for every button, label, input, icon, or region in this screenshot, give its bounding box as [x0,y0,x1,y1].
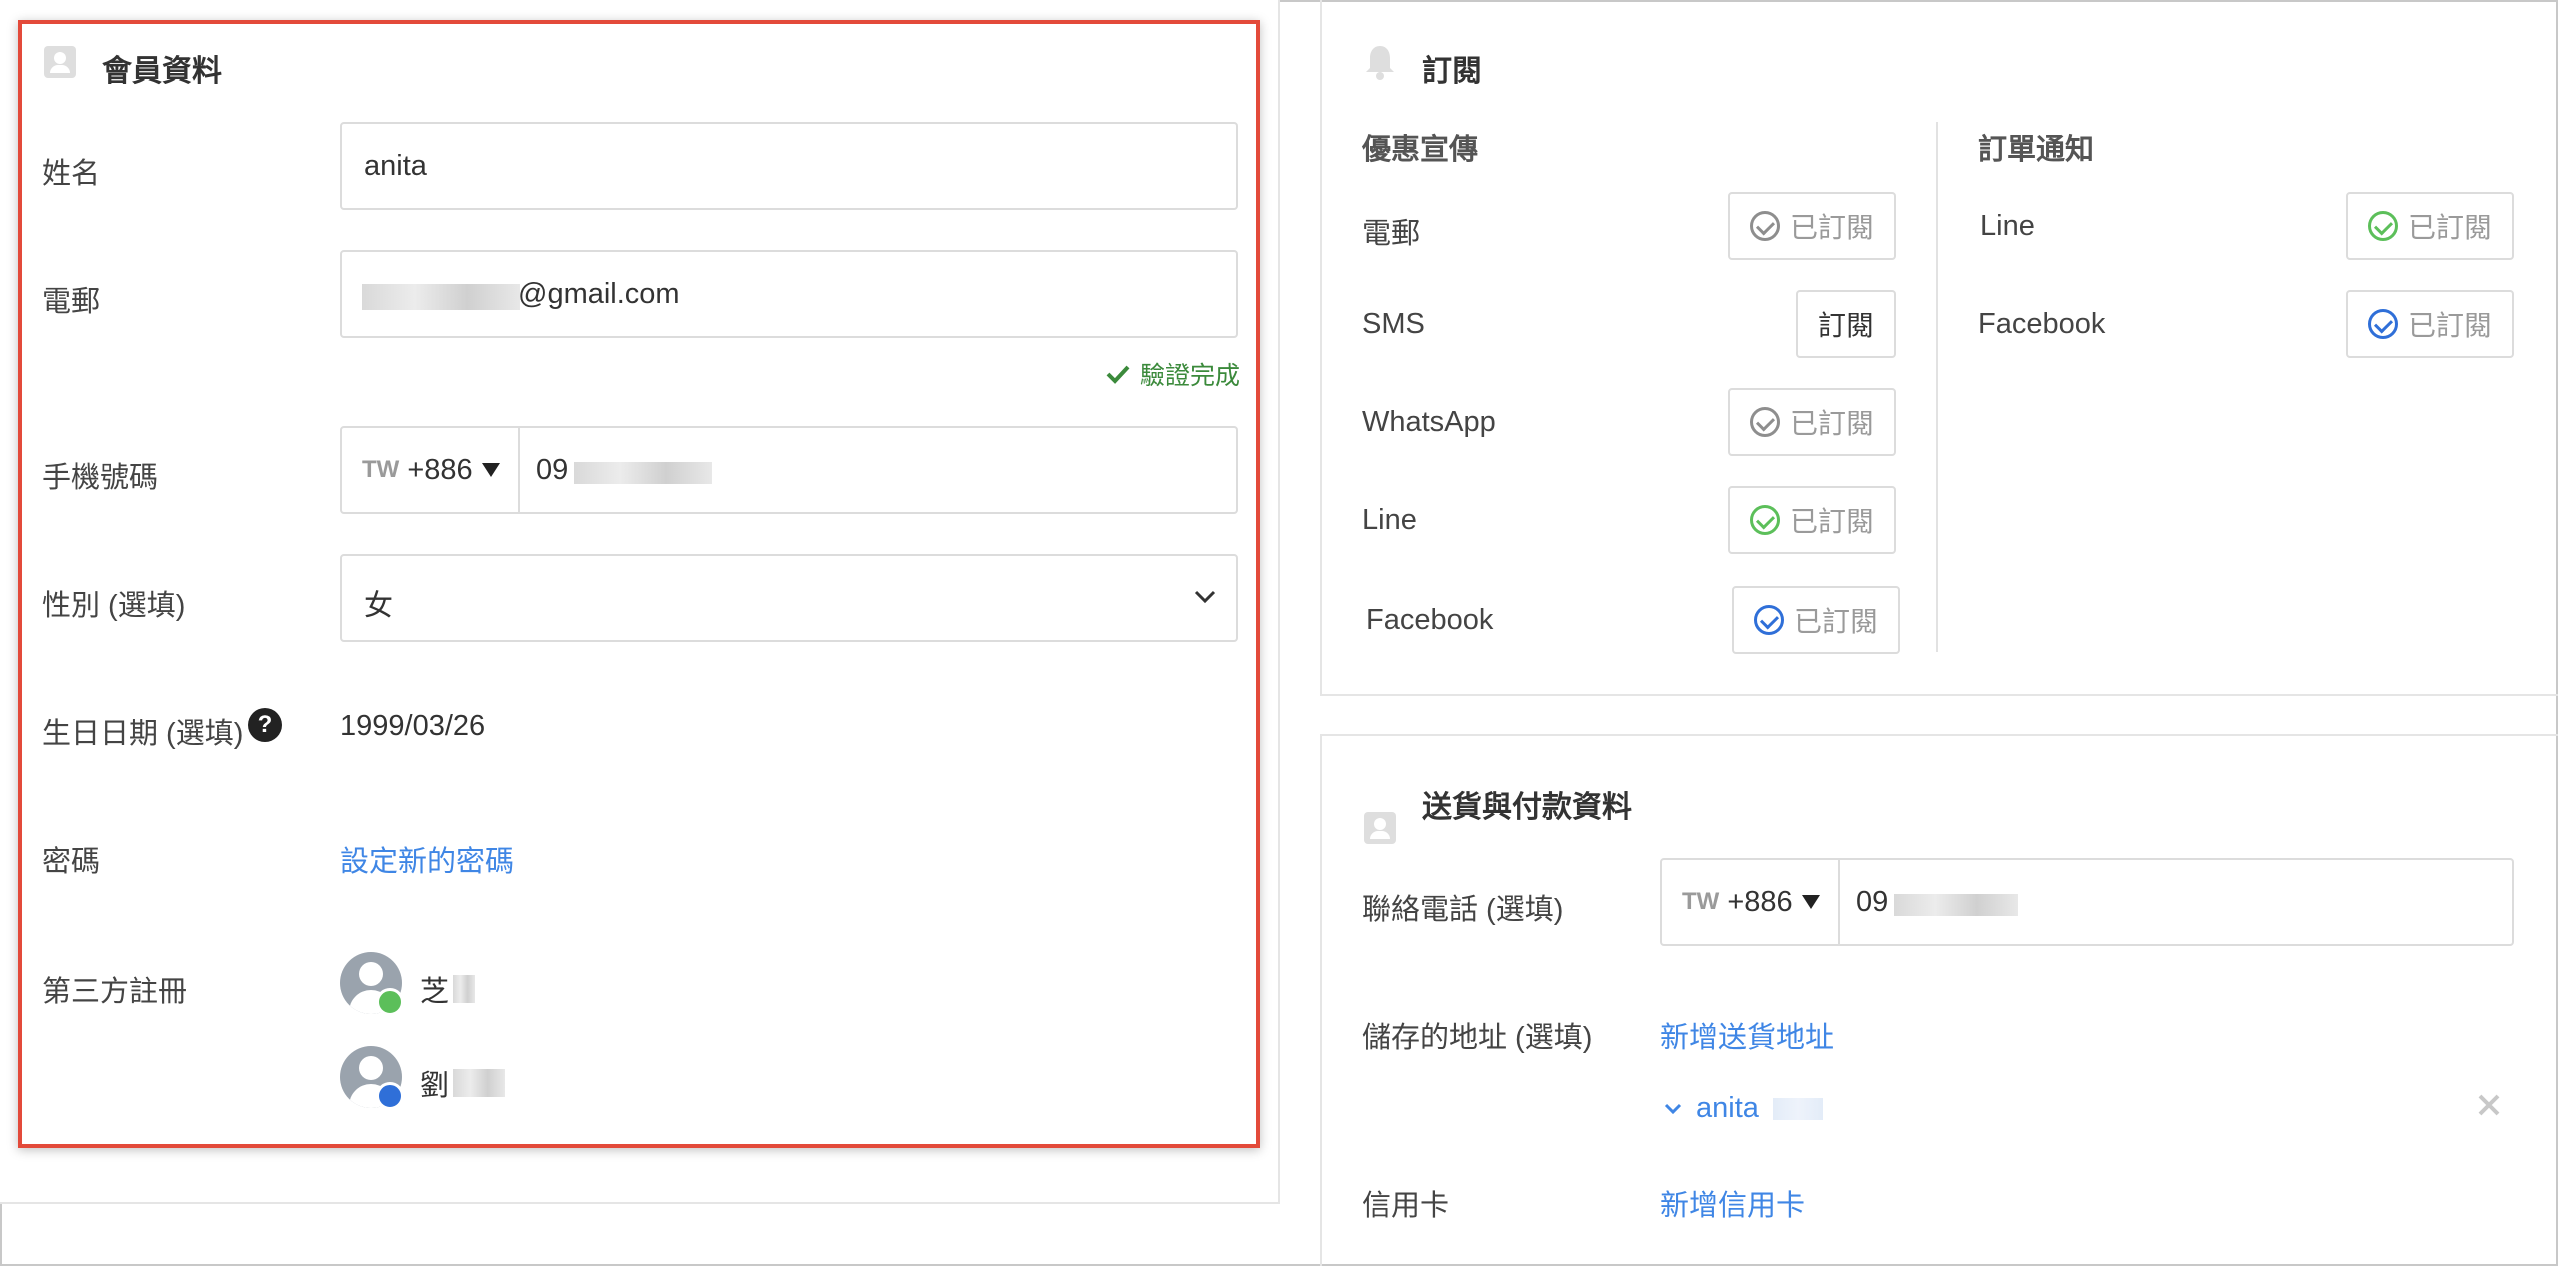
button-label: 已訂閱 [1789,212,1874,243]
promo-line-label: Line [1362,504,1417,536]
saved-address-item[interactable]: anita [1664,1092,1823,1125]
phone-redacted-block [574,462,712,484]
chevron-down-icon [1664,1103,1682,1114]
button-label: 訂閱 [1817,310,1874,341]
promo-email-label: 電郵 [1362,218,1421,250]
button-label: 已訂閱 [1789,506,1874,537]
phone-redacted-block [1894,894,2018,916]
promo-whatsapp-label: WhatsApp [1362,406,1496,438]
contact-card-icon [1364,812,1396,844]
verified-text: 驗證完成 [1140,362,1241,390]
shipping-section-title: 送貨與付款資料 [1422,791,1632,824]
add-credit-card-link[interactable]: 新增信用卡 [1660,1182,1805,1224]
promo-sms-label: SMS [1362,308,1425,340]
email-redacted-block [362,284,520,310]
promo-column-header: 優惠宣傳 [1362,134,1479,166]
button-label: 已訂閱 [2407,310,2492,341]
button-label: 已訂閱 [2407,212,2492,243]
member-section-title: 會員資料 [102,55,222,88]
order-facebook-subscribed-button[interactable]: 已訂閱 [2346,290,2514,358]
password-label: 密碼 [42,846,101,878]
contact-phone-number-input[interactable]: 09 [1842,860,2512,944]
order-facebook-label: Facebook [1978,308,2106,340]
bell-icon [1366,46,1394,80]
order-line-subscribed-button[interactable]: 已訂閱 [2346,192,2514,260]
check-circle-icon [2367,309,2398,339]
line-account-name: 芝 [420,976,450,1008]
phone-country-code: TW [362,456,400,483]
gender-select[interactable]: 女 [340,554,1238,642]
email-input-value: @gmail.com [518,278,680,310]
help-icon[interactable]: ? [248,708,282,742]
contact-phone-input-group: TW +886 09 [1660,858,2514,946]
check-circle-icon [1753,605,1784,635]
gender-select-value: 女 [364,590,394,622]
set-new-password-link[interactable]: 設定新的密碼 [340,838,514,880]
promo-facebook-subscribed-button[interactable]: 已訂閱 [1732,586,1900,654]
button-label: 已訂閱 [1789,408,1874,439]
phone-number-value: 09 [536,454,569,486]
facebook-account-avatar [340,1046,410,1116]
order-column-header: 訂單通知 [1978,134,2095,166]
phone-label: 手機號碼 [42,462,159,494]
check-circle-icon [1749,505,1780,535]
check-circle-icon [1749,211,1780,241]
contact-phone-label: 聯絡電話 (選填) [1362,894,1564,926]
promo-email-subscribed-button[interactable]: 已訂閱 [1728,192,1896,260]
phone-country-select[interactable]: TW +886 [342,428,520,512]
facebook-account-name: 劉 [420,1070,450,1102]
line-account-avatar [340,952,410,1022]
close-icon[interactable] [2476,1092,2502,1118]
dropdown-triangle-icon [1801,895,1820,909]
column-divider [1936,122,1938,652]
facebook-account: 劉 [420,1062,506,1104]
promo-whatsapp-subscribed-button[interactable]: 已訂閱 [1728,388,1896,456]
phone-dial-code: +886 [407,453,473,486]
credit-card-label: 信用卡 [1362,1190,1450,1222]
name-input-value: anita [364,150,427,182]
email-label: 電郵 [42,286,101,318]
dropdown-triangle-icon [481,463,500,477]
promo-line-subscribed-button[interactable]: 已訂閱 [1728,486,1896,554]
third-party-label: 第三方註冊 [42,976,188,1008]
phone-number-input[interactable]: 09 [522,428,1236,512]
saved-address-label: 儲存的地址 (選填) [1362,1022,1593,1054]
phone-country-code: TW [1682,888,1720,915]
facebook-badge-icon [376,1082,404,1110]
checkmark-icon [1106,365,1130,384]
line-account: 芝 [420,968,476,1010]
address-redacted-block [1772,1097,1823,1120]
promo-facebook-label: Facebook [1366,604,1494,636]
name-redacted-block [453,1069,506,1097]
add-address-link[interactable]: 新增送貨地址 [1660,1014,1834,1056]
button-label: 已訂閱 [1793,606,1878,637]
check-circle-icon [2367,211,2398,241]
chevron-down-icon [1194,590,1216,604]
gender-label: 性別 (選填) [42,590,186,622]
contact-card-icon [44,46,76,78]
line-badge-icon [376,988,404,1016]
contact-phone-country-select[interactable]: TW +886 [1662,860,1840,944]
name-redacted-block [453,975,476,1003]
promo-sms-subscribe-button[interactable]: 訂閱 [1796,290,1896,358]
check-circle-icon [1749,407,1780,437]
name-label: 姓名 [42,158,101,190]
phone-dial-code: +886 [1727,885,1793,918]
name-input[interactable]: anita [340,122,1238,210]
saved-address-name: anita [1696,1092,1759,1124]
birthday-value: 1999/03/26 [340,710,486,742]
email-verified-status: 驗證完成 [1106,356,1240,392]
email-input[interactable]: @gmail.com [340,250,1238,338]
order-line-label: Line [1980,210,2035,242]
phone-input-group: TW +886 09 [340,426,1238,514]
birthday-label: 生日日期 (選填) [42,718,244,750]
phone-number-value: 09 [1856,886,1889,918]
subscription-section-title: 訂閱 [1422,55,1482,88]
